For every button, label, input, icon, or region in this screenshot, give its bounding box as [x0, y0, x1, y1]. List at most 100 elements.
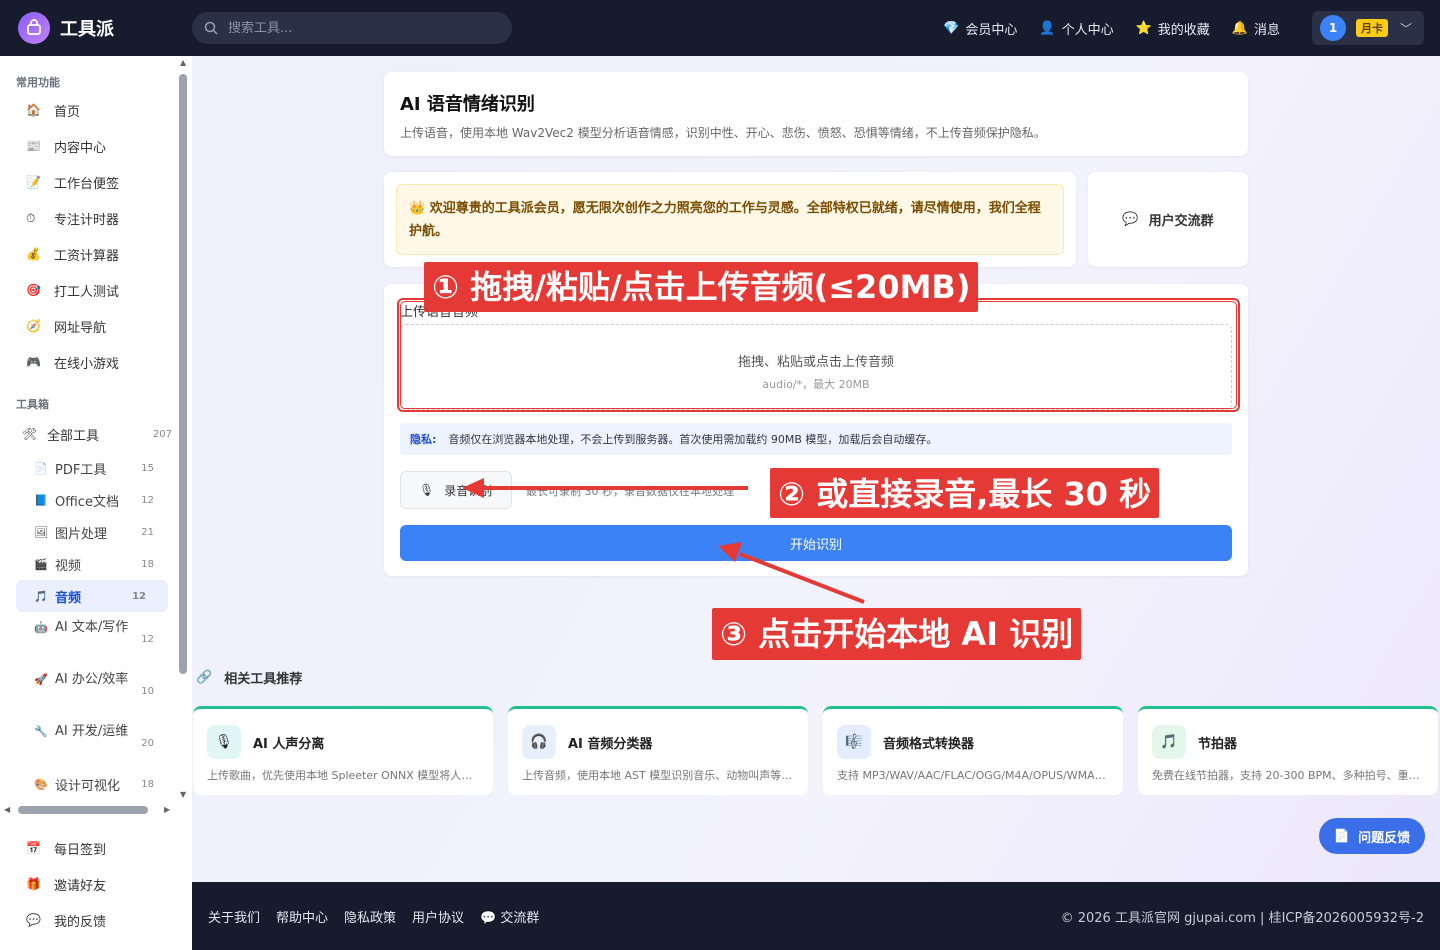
- sidebar-item-bottom-0[interactable]: 📅 每日签到: [0, 830, 192, 866]
- sidebar-item-common-0[interactable]: 🏠 首页: [0, 92, 176, 128]
- sidebar-item-common-6[interactable]: 🧭 网址导航: [0, 308, 176, 344]
- tool-category-label: PDF工具: [55, 462, 107, 478]
- sidebar-item-bottom-2[interactable]: 💬 我的反馈: [0, 902, 192, 938]
- tool-name: AI 人声分离: [253, 736, 325, 752]
- footer-link-about[interactable]: 关于我们: [208, 907, 260, 926]
- search-bar[interactable]: [192, 12, 512, 44]
- search-icon: [204, 21, 218, 35]
- scroll-left-icon[interactable]: ◀: [4, 805, 10, 814]
- tool-description: 上传音频，使用本地 AST 模型识别音乐、动物叫声等声音类别: [522, 769, 794, 782]
- brand-logo[interactable]: 工具派: [18, 12, 114, 44]
- footer-link-help[interactable]: 帮助中心: [276, 907, 328, 926]
- scroll-up-icon[interactable]: ▲: [180, 58, 186, 67]
- sidebar-item-tool-4[interactable]: 🎵 音频 12: [16, 580, 168, 612]
- sidebar-scroll-thumb[interactable]: [179, 74, 187, 674]
- sidebar-item-tool-0[interactable]: 📄 PDF工具 15: [0, 452, 176, 484]
- nav-member-center[interactable]: 💎 会员中心: [943, 19, 1017, 38]
- tool-category-count: 15: [141, 462, 154, 474]
- section-common: 常用功能: [16, 76, 60, 89]
- sidebar-item-icon: 🎁: [26, 877, 41, 891]
- page-title: AI 语音情绪识别: [400, 94, 535, 115]
- related-tool-card-0[interactable]: 🎙 AI 人声分离上传歌曲，优先使用本地 Spleeter ONNX 模型将人声与…: [193, 706, 493, 795]
- top-nav: 💎 会员中心 👤 个人中心 ⭐ 我的收藏 🔔 消息: [921, 0, 1280, 56]
- sidebar-item-tool-8[interactable]: 🎨 设计可视化 18: [0, 768, 176, 800]
- sidebar-item-icon: 🎯: [26, 283, 41, 297]
- sidebar-horizontal-scroll-thumb[interactable]: [18, 806, 148, 814]
- star-icon: ⭐: [1135, 20, 1152, 36]
- sidebar-item-common-5[interactable]: 🎯 打工人测试: [0, 272, 176, 308]
- sidebar: 常用功能 🏠 首页 📰 内容中心 📝 工作台便签 ⏱ 专注计时器 💰 工资计算器 🎯 打工人测试 🧭 网址…: [0, 56, 192, 950]
- tool-category-count: 10: [141, 686, 154, 697]
- sidebar-item-all-tools[interactable]: 🛠 全部工具 207: [0, 416, 176, 452]
- tool-card-header: 🎼 音频格式转换器: [837, 725, 1109, 759]
- footer-link-terms[interactable]: 用户协议: [412, 907, 464, 926]
- nav-favorites[interactable]: ⭐ 我的收藏: [1136, 19, 1210, 38]
- tool-category-label: Office文档: [55, 494, 119, 510]
- tool-name: 音频格式转换器: [883, 736, 975, 752]
- tool-category-label: AI 文本/写作: [55, 620, 129, 635]
- sidebar-item-icon: 📰: [26, 139, 41, 153]
- tool-icon: 🎙: [207, 725, 241, 759]
- sidebar-item-label: 邀请好友: [54, 878, 107, 894]
- footer-link-privacy[interactable]: 隐私政策: [344, 907, 396, 926]
- sidebar-item-icon: 💰: [26, 247, 41, 261]
- nav-messages[interactable]: 🔔 消息: [1232, 19, 1280, 38]
- tool-category-icon: 🤖: [34, 621, 48, 634]
- brand-name: 工具派: [60, 19, 114, 40]
- sidebar-item-tool-6[interactable]: 🚀 AI 办公/效率 10: [0, 664, 176, 716]
- tool-category-icon: 📘: [34, 493, 48, 507]
- tool-category-count: 21: [141, 526, 154, 538]
- tool-card-header: 🎧 AI 音频分类器: [522, 725, 794, 759]
- scroll-down-icon[interactable]: ▼: [180, 790, 186, 799]
- tools-icon: 🛠: [22, 427, 38, 441]
- sidebar-item-label: 我的反馈: [54, 914, 107, 930]
- start-recognition-button[interactable]: 开始识别: [400, 525, 1232, 561]
- sidebar-item-icon: ⏱: [26, 210, 36, 225]
- user-group-button[interactable]: 💬 用户交流群: [1088, 172, 1248, 267]
- sidebar-item-common-2[interactable]: 📝 工作台便签: [0, 164, 176, 200]
- related-tools-title: 🔗 相关工具推荐: [196, 670, 303, 687]
- top-bar: 工具派 💎会员中心 👤个人中心 ⭐我的收藏 🔔消息 1 月卡 ﹀: [0, 0, 1440, 56]
- scroll-right-icon[interactable]: ▶: [164, 805, 170, 814]
- sidebar-scroll-area[interactable]: 常用功能 🏠 首页 📰 内容中心 📝 工作台便签 ⏱ 专注计时器 💰 工资计算器 🎯 打工人测试 🧭 网址…: [0, 56, 176, 801]
- sidebar-item-tool-1[interactable]: 📘 Office文档 12: [0, 484, 176, 516]
- tool-category-icon: 🖼: [34, 525, 48, 539]
- related-tool-card-3[interactable]: 🎵 节拍器 免费在线节拍器，支持 20-300 BPM、多种拍号、重音设置: [1138, 706, 1438, 795]
- tool-category-icon: 🔧: [34, 725, 48, 738]
- sidebar-item-icon: 🎮: [26, 355, 41, 369]
- sidebar-item-common-1[interactable]: 📰 内容中心: [0, 128, 176, 164]
- nav-personal-center[interactable]: 👤 个人中心: [1039, 19, 1113, 38]
- search-input[interactable]: [228, 20, 488, 36]
- chat-icon: 💬: [1122, 212, 1139, 227]
- sidebar-item-icon: 📝: [26, 175, 41, 189]
- tool-category-label: 视频: [55, 558, 82, 574]
- footer-link-group[interactable]: 💬 交流群: [480, 907, 539, 926]
- privacy-label: 隐私:: [410, 433, 437, 446]
- tool-category-label: 设计可视化: [55, 778, 121, 794]
- record-button[interactable]: 🎙 录音识别: [400, 471, 512, 509]
- sidebar-item-common-4[interactable]: 💰 工资计算器: [0, 236, 176, 272]
- tool-category-label: AI 办公/效率: [55, 672, 129, 687]
- sidebar-item-bottom-1[interactable]: 🎁 邀请好友: [0, 866, 192, 902]
- sidebar-item-tool-7[interactable]: 🔧 AI 开发/运维 20: [0, 716, 176, 768]
- privacy-notice: 隐私: 音频仅在浏览器本地处理，不会上传到服务器。首次使用需加载约 90MB 模…: [400, 423, 1232, 455]
- sidebar-item-common-3[interactable]: ⏱ 专注计时器: [0, 200, 176, 236]
- sidebar-item-common-7[interactable]: 🎮 在线小游戏: [0, 344, 176, 380]
- sidebar-item-tool-2[interactable]: 🖼 图片处理 21: [0, 516, 176, 548]
- sidebar-item-label: 每日签到: [54, 842, 107, 858]
- avatar: 1: [1320, 15, 1346, 41]
- annotation-step3: ③ 点击开始本地 AI 识别: [712, 608, 1082, 660]
- feedback-button[interactable]: 📄 问题反馈: [1319, 818, 1425, 854]
- tool-icon: 🎵: [1152, 725, 1186, 759]
- sidebar-item-tool-3[interactable]: 🎬 视频 18: [0, 548, 176, 580]
- related-tool-card-1[interactable]: 🎧 AI 音频分类器上传音频，使用本地 AST 模型识别音乐、动物叫声等声音类别: [508, 706, 808, 795]
- footer: 关于我们 帮助中心 隐私政策 用户协议 💬 交流群 © 2026 工具派官网 g…: [192, 882, 1440, 950]
- tool-card-header: 🎙 AI 人声分离: [207, 725, 479, 759]
- microphone-icon: 🎙: [419, 483, 435, 497]
- sidebar-item-icon: 📅: [26, 841, 41, 855]
- tool-category-count: 12: [141, 634, 154, 645]
- user-menu[interactable]: 1 月卡 ﹀: [1312, 11, 1424, 45]
- sidebar-item-tool-5[interactable]: 🤖 AI 文本/写作 12: [0, 612, 176, 664]
- logo-icon: [18, 12, 50, 44]
- related-tool-card-2[interactable]: 🎼 音频格式转换器 支持 MP3/WAV/AAC/FLAC/OGG/M4A/OPUS…: [823, 706, 1123, 795]
